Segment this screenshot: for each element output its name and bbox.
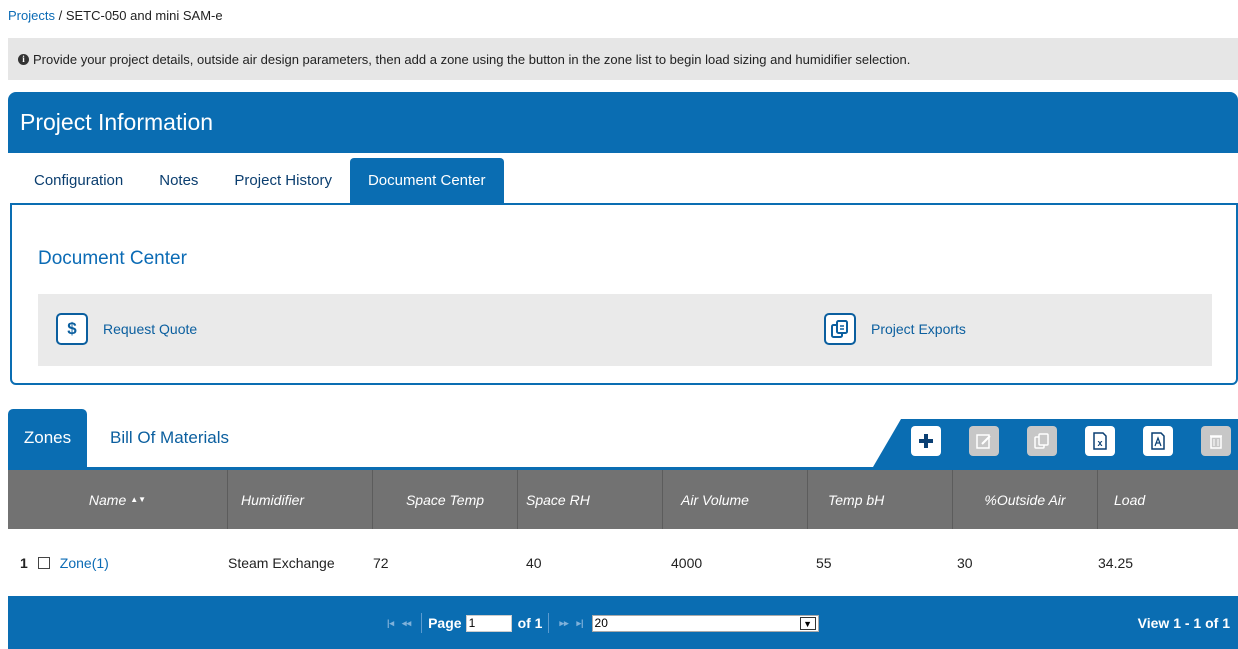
column-header-humidifier[interactable]: Humidifier [228, 470, 373, 529]
grid-pager: |◂ ◂◂ Page of 1 ▸▸ ▸| 20 ▼ View 1 - 1 of… [8, 596, 1238, 649]
excel-export-icon: x [1093, 432, 1107, 450]
tab-project-history[interactable]: Project History [216, 157, 350, 203]
cell-air-volume: 4000 [671, 554, 703, 571]
breadcrumb: Projects / SETC-050 and mini SAM-e [8, 8, 223, 23]
pager-separator [421, 613, 423, 633]
copy-zone-button[interactable] [1027, 426, 1057, 456]
page-number-input[interactable] [465, 614, 512, 632]
export-pdf-button[interactable] [1143, 426, 1173, 456]
tab-document-center[interactable]: Document Center [349, 158, 504, 203]
column-header-temp-bh[interactable]: Temp bH [808, 470, 953, 529]
info-banner: i Provide your project details, outside … [8, 38, 1238, 80]
sort-icon: ▲▼ [130, 495, 147, 504]
row-checkbox[interactable] [37, 556, 50, 569]
panel-title: Project Information [20, 109, 214, 135]
cell-space-temp: 72 [373, 554, 389, 571]
breadcrumb-current: SETC-050 and mini SAM-e [65, 8, 223, 23]
rows-per-page-select[interactable]: 20 ▼ [591, 614, 819, 632]
cell-space-rh: 40 [526, 554, 542, 571]
breadcrumb-projects-link[interactable]: Projects [8, 8, 55, 23]
project-exports-button[interactable]: Project Exports [824, 313, 966, 345]
zone-toolbar: x [873, 419, 1238, 467]
project-exports-label: Project Exports [871, 321, 966, 337]
first-page-icon[interactable]: |◂ [387, 618, 394, 629]
cell-temp-bh: 55 [816, 554, 832, 571]
table-row[interactable]: 1 Zone(1) Steam Exchange 72 40 4000 55 3… [8, 529, 1238, 596]
edit-zone-button[interactable] [969, 426, 999, 456]
request-quote-button[interactable]: $ Request Quote [56, 313, 197, 345]
copy-icon [1034, 433, 1049, 449]
column-header-space-rh[interactable]: Space RH [518, 470, 663, 529]
project-tabs: Configuration Notes Project History Docu… [8, 153, 504, 203]
last-page-icon[interactable]: ▸| [577, 618, 584, 629]
document-center-panel: Document Center $ Request Quote Project … [10, 203, 1238, 385]
info-text: Provide your project details, outside ai… [33, 51, 911, 67]
chevron-down-icon: ▼ [799, 616, 816, 630]
svg-text:x: x [1097, 438, 1102, 448]
cell-load: 34.25 [1098, 554, 1134, 571]
project-information-header: Project Information [8, 92, 1238, 153]
tab-bill-of-materials[interactable]: Bill Of Materials [110, 409, 229, 467]
delete-zone-button[interactable] [1201, 426, 1231, 456]
column-header-space-temp[interactable]: Space Temp [373, 470, 518, 529]
tab-notes[interactable]: Notes [141, 157, 216, 203]
pager-separator [548, 613, 550, 633]
row-number: 1 [20, 554, 28, 571]
tab-configuration[interactable]: Configuration [8, 157, 141, 203]
export-excel-button[interactable]: x [1085, 426, 1115, 456]
copy-icon [824, 313, 856, 345]
pager-controls: |◂ ◂◂ Page of 1 ▸▸ ▸| 20 ▼ [383, 613, 819, 633]
edit-icon [976, 434, 991, 449]
info-icon: i [18, 53, 29, 65]
page-of-label: of 1 [517, 615, 543, 631]
add-zone-button[interactable] [911, 426, 941, 456]
column-header-outside-air[interactable]: %Outside Air [953, 470, 1098, 529]
column-header-load[interactable]: Load [1098, 470, 1238, 529]
breadcrumb-separator: / [54, 8, 66, 23]
document-center-title: Document Center [38, 248, 187, 269]
zone-name-link[interactable]: Zone(1) [60, 555, 109, 571]
rows-per-page-value: 20 [594, 615, 608, 630]
add-icon [919, 434, 933, 448]
delete-icon [1210, 435, 1222, 449]
next-page-icon[interactable]: ▸▸ [559, 618, 568, 629]
cell-outside-air: 30 [957, 554, 973, 571]
zones-tab-bar: Zones Bill Of Materials x [8, 409, 1238, 470]
document-actions: $ Request Quote Project Exports [38, 294, 1212, 366]
request-quote-label: Request Quote [103, 321, 198, 337]
view-records-info: View 1 - 1 of 1 [1137, 615, 1230, 631]
prev-page-icon[interactable]: ◂◂ [402, 618, 411, 629]
column-header-air-volume[interactable]: Air Volume [663, 470, 808, 529]
pdf-export-icon [1151, 432, 1165, 450]
dollar-icon: $ [56, 313, 88, 345]
tab-zones[interactable]: Zones [8, 409, 87, 467]
cell-humidifier: Steam Exchange [228, 554, 335, 571]
page-label: Page [428, 615, 462, 631]
zones-grid-header: Name ▲▼ Humidifier Space Temp Space RH Ai… [8, 470, 1238, 529]
column-header-name[interactable]: Name ▲▼ [8, 470, 228, 529]
